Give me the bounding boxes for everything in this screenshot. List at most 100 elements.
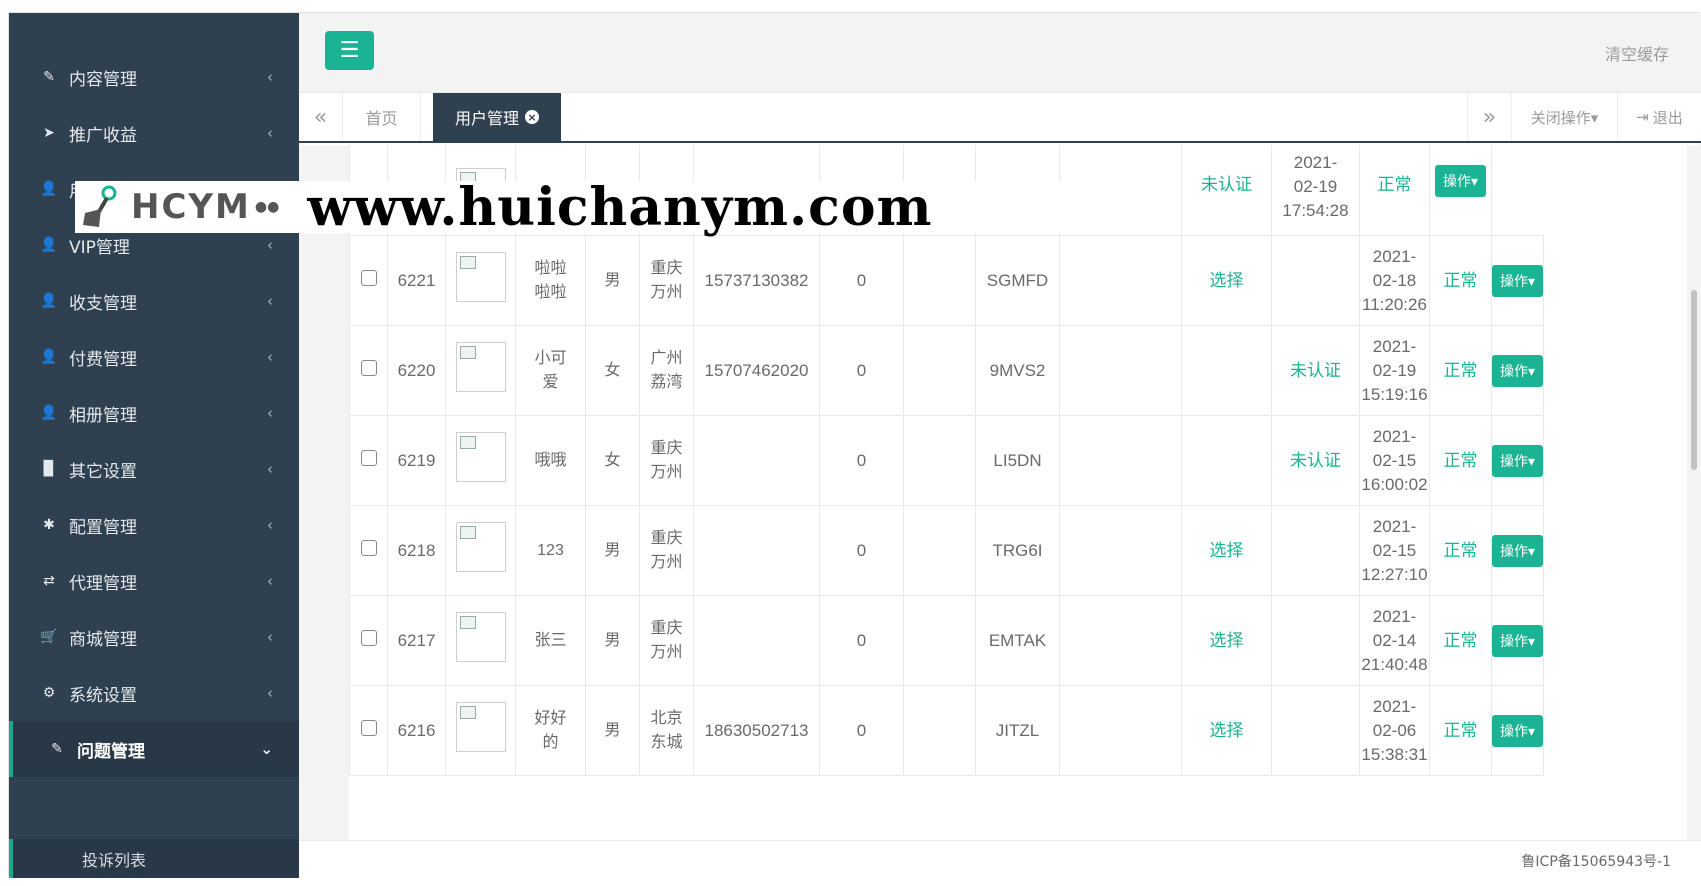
table-row: 6221 啦啦 啦啦男重庆 万州 15737130382 0 SGMFD 选择 2021- 02-…	[349, 235, 1545, 326]
invite-code: TRG6I	[992, 540, 1043, 560]
choose-link[interactable]: 选择	[1210, 631, 1244, 650]
clear-cache-link[interactable]: 清空缓存	[1605, 41, 1669, 65]
tab-home[interactable]: 首页	[343, 93, 421, 141]
sidebar-item-5[interactable]: 👤 付费管理 ‹	[9, 329, 299, 385]
table-cell: 选择	[1181, 505, 1272, 596]
table-cell: 0	[819, 235, 904, 326]
sidebar-item-label: 商城管理	[69, 629, 137, 650]
table-cell: 操作▾	[1490, 595, 1545, 686]
row-checkbox[interactable]	[360, 269, 377, 286]
status-badge: 正常	[1377, 175, 1412, 194]
gender: 女	[604, 361, 621, 379]
chevron-left-icon: ‹	[267, 684, 273, 702]
cell-line: 02-19	[1372, 360, 1417, 380]
gender: 男	[604, 721, 621, 739]
close-operations-dropdown[interactable]: 关闭操作▾	[1511, 93, 1617, 141]
tab-user-management[interactable]: 用户管理 ×	[433, 93, 561, 141]
invite-code: 9MVS2	[989, 360, 1046, 380]
sidebar-item-0[interactable]: ✎ 内容管理 ‹	[9, 49, 299, 105]
operation-dropdown-button[interactable]: 操作▾	[1492, 624, 1544, 657]
sidebar-item-6[interactable]: 👤 相册管理 ‹	[9, 385, 299, 441]
user-id: 6220	[397, 360, 436, 380]
sidebar-item-1[interactable]: ➤ 推广收益 ‹	[9, 105, 299, 161]
content-area: 人市流未认证2021-02-1917:54:28正常操作▾6221啦啦啦啦男重庆…	[299, 145, 1701, 840]
verify-status-link[interactable]: 未认证	[1290, 361, 1341, 380]
operation-dropdown-button[interactable]: 操作▾	[1492, 264, 1544, 297]
row-checkbox[interactable]	[360, 719, 377, 736]
table-cell: 选择	[1181, 685, 1272, 776]
invite-code: JITZL	[995, 720, 1040, 740]
cart-icon: 🛒	[40, 629, 58, 645]
cell-line: 万州	[650, 643, 683, 661]
cell-line: 16:00:02	[1361, 474, 1428, 494]
sidebar-item-label: 其它设置	[69, 461, 137, 482]
operation-dropdown-button[interactable]: 操作▾	[1492, 534, 1544, 567]
table-cell	[445, 685, 516, 776]
cell-line: 2021-	[1372, 516, 1417, 536]
table-cell: 男	[585, 235, 640, 326]
invite-code: LI5DN	[993, 450, 1042, 470]
row-checkbox[interactable]	[360, 629, 377, 646]
table-cell: 15737130382	[693, 235, 820, 326]
top-navbar: ☰ 清空缓存	[299, 13, 1701, 93]
gender: 女	[604, 451, 621, 469]
table-cell: 操作▾	[1490, 325, 1545, 416]
sidebar-item-9[interactable]: ⇄ 代理管理 ‹	[9, 553, 299, 609]
sidebar-item-10[interactable]: 🛒 商城管理 ‹	[9, 609, 299, 665]
tabs-prev-button[interactable]: «	[299, 93, 343, 141]
sidebar-item-4[interactable]: 👤 收支管理 ‹	[9, 273, 299, 329]
sidebar-item-label: 推广收益	[69, 125, 137, 146]
operation-dropdown-button[interactable]: 操作▾	[1492, 714, 1544, 747]
table-cell	[1271, 595, 1360, 686]
table-cell: 2021- 02-19 15:19:16	[1359, 325, 1430, 416]
sidebar-item-label: 问题管理	[77, 741, 145, 762]
edit-icon: ✎	[51, 741, 63, 757]
menu-toggle-button[interactable]: ☰	[325, 31, 374, 70]
table-cell: 123	[515, 505, 586, 596]
table-cell	[1059, 235, 1182, 326]
chevron-left-icon: ‹	[267, 124, 273, 142]
sidebar-item-8[interactable]: ✱ 配置管理 ‹	[9, 497, 299, 553]
operation-dropdown-button[interactable]: 操作▾	[1434, 165, 1487, 197]
cell-line: 东城	[650, 733, 683, 751]
phone-number: 15707462020	[704, 360, 809, 380]
table-cell: 未认证	[1271, 415, 1360, 506]
table-cell: 好好的	[515, 685, 586, 776]
user-id: 6219	[397, 450, 436, 470]
tab-close-icon[interactable]: ×	[525, 110, 539, 124]
sidebar-item-label: 相册管理	[69, 405, 137, 426]
sidebar-item-12[interactable]: ✎ 问题管理 ⌄	[9, 721, 299, 777]
table-cell: 2021- 02-15 12:27:10	[1359, 505, 1430, 596]
sidebar-item-7[interactable]: ▉ 其它设置 ‹	[9, 441, 299, 497]
verify-status-link[interactable]: 未认证	[1201, 175, 1252, 194]
tabs-next-button[interactable]: »	[1467, 93, 1511, 141]
avatar-image-placeholder	[455, 702, 506, 752]
user-id: 6216	[397, 720, 436, 740]
cell-line: 02-19	[1293, 177, 1338, 196]
chevron-left-icon: ‹	[267, 516, 273, 534]
vertical-scrollbar[interactable]	[1691, 290, 1697, 470]
table-cell: 2021- 02-19 17:54:28	[1271, 145, 1360, 236]
verify-status-link[interactable]: 未认证	[1290, 451, 1341, 470]
cell-line: 02-15	[1372, 540, 1417, 560]
row-checkbox[interactable]	[360, 539, 377, 556]
operation-dropdown-button[interactable]: 操作▾	[1492, 354, 1544, 387]
count-value: 0	[856, 450, 867, 470]
cell-line: 重庆	[650, 259, 683, 277]
sidebar-subitem-complaints[interactable]: 投诉列表	[9, 839, 299, 878]
choose-link[interactable]: 选择	[1210, 721, 1244, 740]
sidebar-item-11[interactable]: ⚙ 系统设置 ‹	[9, 665, 299, 721]
table-cell: SGMFD	[975, 235, 1060, 326]
avatar-image-placeholder	[455, 612, 506, 662]
choose-link[interactable]: 选择	[1210, 541, 1244, 560]
logout-button[interactable]: ⇥ 退出	[1617, 93, 1701, 141]
choose-link[interactable]: 选择	[1210, 271, 1244, 290]
table-cell	[693, 505, 820, 596]
operation-dropdown-button[interactable]: 操作▾	[1492, 444, 1544, 477]
table-cell	[693, 415, 820, 506]
sidebar-item-label: 收支管理	[69, 293, 137, 314]
row-checkbox[interactable]	[360, 449, 377, 466]
cell-line: 好好	[534, 709, 567, 727]
row-checkbox[interactable]	[360, 359, 377, 376]
table-cell	[903, 235, 976, 326]
